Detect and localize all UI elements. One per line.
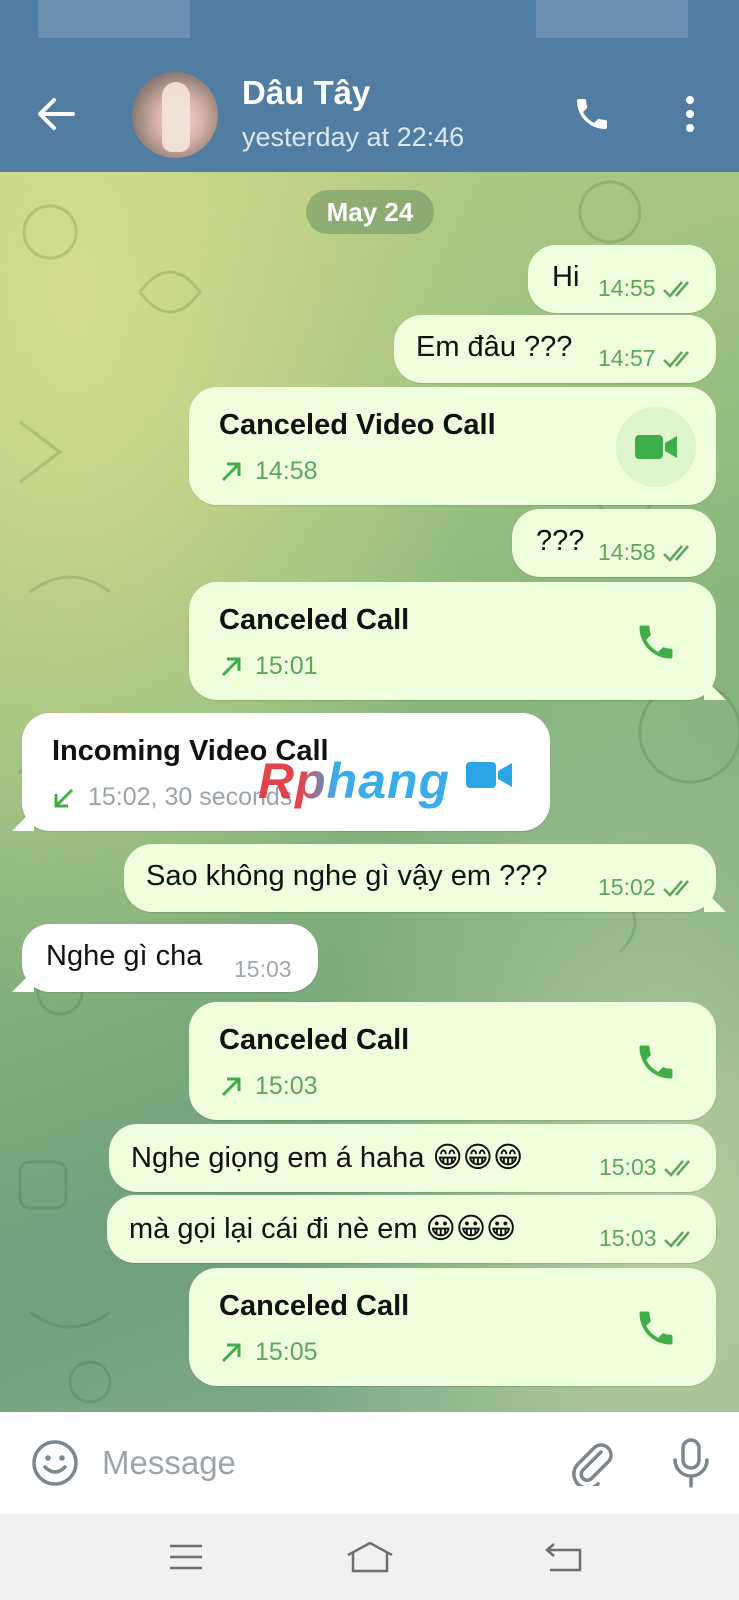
status-bar — [0, 0, 739, 40]
date-separator: May 24 — [306, 190, 434, 234]
message-bubble-out[interactable]: Em đâu ??? 14:57 — [394, 315, 716, 383]
home-button[interactable] — [340, 1532, 400, 1582]
status-blur-left — [38, 0, 190, 38]
menu-lines-icon — [170, 1544, 202, 1570]
call-time: 14:58 — [255, 457, 318, 485]
message-meta: 15:03 — [234, 956, 292, 983]
call-info: 15:05 — [219, 1338, 318, 1367]
watermark-camera-icon — [466, 762, 512, 788]
attach-button[interactable] — [566, 1436, 620, 1490]
call-bubble-out[interactable]: Canceled Call 15:05 — [189, 1268, 716, 1386]
double-check-icon — [663, 1230, 690, 1248]
message-bubble-out[interactable]: Hi 14:55 — [528, 245, 716, 313]
message-meta: 15:03 — [599, 1225, 697, 1252]
call-info: 14:58 — [219, 457, 318, 486]
phone-icon — [577, 99, 607, 129]
double-check-icon — [662, 350, 689, 368]
double-check-icon — [663, 1159, 690, 1177]
call-button[interactable] — [566, 88, 618, 140]
call-time: 15:05 — [255, 1338, 318, 1366]
more-vertical-icon — [686, 96, 694, 132]
home-icon — [347, 1541, 393, 1573]
message-time: 14:55 — [598, 275, 656, 301]
recent-apps-button[interactable] — [156, 1532, 216, 1582]
call-title: Canceled Call — [219, 1024, 410, 1056]
watermark-logo: Rphang — [258, 753, 451, 809]
message-bubble-in[interactable]: Nghe gì cha 15:03 — [22, 924, 318, 992]
call-time: 15:01 — [255, 652, 318, 680]
call-bubble-out[interactable]: Canceled Call 15:01 — [189, 582, 716, 700]
outgoing-arrow-icon — [221, 1077, 241, 1096]
call-info: 15:03 — [219, 1072, 318, 1101]
chat-area[interactable]: May 24 Hi 14:55 Em đâu ??? 14:57 Cancele… — [0, 172, 739, 1412]
microphone-icon — [673, 1438, 709, 1488]
message-bubble-out[interactable]: mà gọi lại cái đi nè em 😀😀😀 15:03 — [107, 1195, 716, 1263]
message-bubble-out[interactable]: Nghe giọng em á haha 😁😁😁 15:03 — [109, 1124, 716, 1192]
double-check-icon — [662, 544, 689, 562]
back-button[interactable] — [30, 88, 82, 140]
more-options-button[interactable] — [664, 88, 716, 140]
outgoing-arrow-icon — [221, 462, 241, 481]
message-meta: 14:55 — [598, 275, 696, 302]
voice-call-button[interactable] — [616, 1022, 696, 1102]
last-seen-status: yesterday at 22:46 — [242, 122, 465, 152]
message-meta: 15:03 — [599, 1154, 697, 1181]
phone-icon — [639, 1311, 673, 1345]
call-bubble-out[interactable]: Canceled Call 15:03 — [189, 1002, 716, 1120]
message-input[interactable] — [102, 1436, 542, 1490]
message-meta: 15:02 — [598, 874, 696, 901]
arrow-back-icon — [38, 98, 75, 130]
message-meta: 14:58 — [598, 539, 696, 566]
voice-call-button[interactable] — [616, 1288, 696, 1368]
message-text: Hi — [552, 261, 580, 293]
double-check-icon — [662, 280, 689, 298]
incoming-arrow-icon — [54, 788, 74, 807]
call-info: 15:02, 30 seconds — [52, 783, 292, 812]
message-time: 15:03 — [599, 1154, 657, 1180]
video-call-button[interactable] — [616, 407, 696, 487]
emoji-button[interactable] — [30, 1438, 80, 1488]
contact-name[interactable]: Dâu Tây — [242, 74, 370, 112]
call-title: Canceled Video Call — [219, 409, 496, 441]
call-time: 15:03 — [255, 1072, 318, 1100]
avatar-figure — [162, 82, 190, 152]
system-navigation-bar — [0, 1514, 739, 1600]
chat-header: Dâu Tây yesterday at 22:46 — [0, 40, 739, 172]
message-meta: 14:57 — [598, 345, 696, 372]
message-bubble-out[interactable]: Sao không nghe gì vậy em ??? 15:02 — [124, 844, 716, 912]
message-composer — [0, 1412, 739, 1514]
message-time: 15:03 — [599, 1225, 657, 1251]
message-text: mà gọi lại cái đi nè em 😀😀😀 — [129, 1213, 517, 1245]
outgoing-arrow-icon — [221, 657, 241, 676]
message-text: Nghe giọng em á haha 😁😁😁 — [131, 1142, 524, 1174]
avatar[interactable] — [132, 72, 218, 158]
phone-icon — [639, 1045, 673, 1079]
outgoing-arrow-icon — [221, 1343, 241, 1362]
message-text: ??? — [536, 525, 585, 557]
double-check-icon — [662, 879, 689, 897]
message-bubble-out[interactable]: ??? 14:58 — [512, 509, 716, 577]
message-time: 15:02 — [598, 874, 656, 900]
voice-call-button[interactable] — [616, 602, 696, 682]
call-info: 15:01 — [219, 652, 318, 681]
status-blur-right — [536, 0, 688, 38]
message-text: Sao không nghe gì vậy em ??? — [146, 860, 548, 892]
message-time: 14:58 — [598, 539, 656, 565]
paperclip-icon — [572, 1443, 613, 1486]
message-time: 15:03 — [234, 956, 292, 982]
message-time: 14:57 — [598, 345, 656, 371]
call-title: Canceled Call — [219, 1290, 410, 1322]
video-camera-icon — [635, 435, 677, 459]
smiley-icon — [32, 1440, 78, 1486]
call-bubble-out[interactable]: Canceled Video Call 14:58 — [189, 387, 716, 505]
message-text: Nghe gì cha — [46, 940, 203, 972]
system-back-button[interactable] — [534, 1532, 594, 1582]
phone-icon — [639, 625, 673, 659]
voice-record-button[interactable] — [664, 1434, 718, 1492]
call-title: Canceled Call — [219, 604, 410, 636]
back-icon — [545, 1543, 582, 1572]
message-text: Em đâu ??? — [416, 331, 573, 363]
